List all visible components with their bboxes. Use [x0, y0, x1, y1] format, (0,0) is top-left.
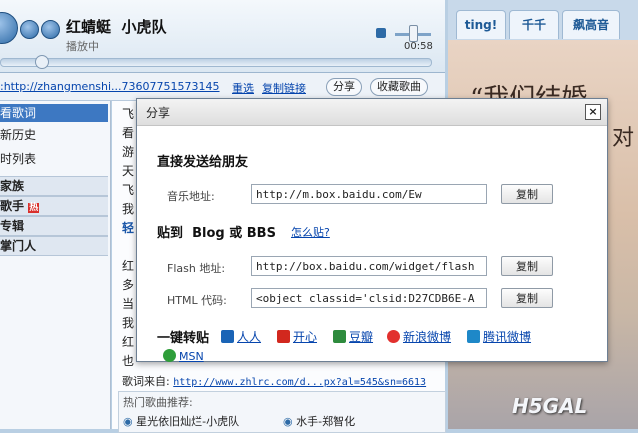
- song-url-link[interactable]: :http://zhangmenshi...73607751573145: [0, 80, 220, 93]
- progress-handle[interactable]: [35, 55, 50, 69]
- hot-song-item[interactable]: ◉ 星光依旧灿烂-小虎队: [123, 413, 239, 429]
- playback-status: 播放中: [66, 40, 99, 53]
- renren-icon: [221, 330, 234, 343]
- sidebar-item-lyrics[interactable]: 看歌词: [0, 104, 108, 122]
- favorite-button[interactable]: 收藏歌曲: [370, 78, 428, 96]
- right-tab-bar: ting! 千千 飙高音: [448, 0, 638, 40]
- tab-ting[interactable]: ting!: [456, 10, 506, 39]
- tencent-weibo-icon: [467, 330, 480, 343]
- lyric-line: 飞: [122, 107, 135, 121]
- progress-bar[interactable]: [0, 55, 432, 69]
- share-msn[interactable]: MSN: [163, 349, 204, 363]
- share-msn-label: MSN: [179, 350, 204, 363]
- volume-handle[interactable]: [409, 25, 418, 42]
- time-display: 00:58: [404, 41, 433, 52]
- sidebar-group-singer-label: 歌手: [0, 199, 25, 213]
- lyric-line: 游: [122, 145, 135, 159]
- flash-url-label: Flash 地址:: [167, 262, 226, 275]
- dialog-titlebar: 分享 ×: [137, 99, 607, 126]
- lyrics-source-link[interactable]: http://www.zhlrc.com/d...px?al=545&sn=66…: [173, 377, 426, 388]
- douban-icon: [333, 330, 346, 343]
- banner-watermark: H5GAL: [512, 394, 588, 418]
- send-to-friend-heading: 直接发送给朋友: [157, 155, 249, 170]
- copy-html-code-button[interactable]: 复制: [501, 288, 553, 308]
- share-kaixin-label: 开心: [293, 330, 318, 344]
- share-douban[interactable]: 豆瓣: [333, 328, 373, 345]
- banner-subtext: 对: [612, 126, 635, 151]
- lyric-line: 多: [122, 278, 135, 292]
- lyric-line: 当: [122, 297, 135, 311]
- sidebar-group-master[interactable]: 掌门人: [0, 236, 108, 256]
- html-code-field[interactable]: <object classid='clsid:D27CDB6E-A: [251, 288, 487, 308]
- reselect-link[interactable]: 重选: [232, 80, 254, 96]
- lyric-line: 看: [122, 126, 135, 140]
- player-panel: 红蜻蜓 小虎队 播放中 00:58: [0, 0, 445, 73]
- lyric-line: 我: [122, 316, 135, 330]
- lyrics-source-label: 歌词来自:: [122, 375, 170, 388]
- share-sina-weibo[interactable]: 新浪微博: [387, 328, 451, 345]
- stop-button[interactable]: [20, 20, 39, 39]
- one-click-share-heading: 一键转贴: [157, 331, 210, 346]
- lyric-line: 天: [122, 164, 135, 178]
- html-code-label: HTML 代码:: [167, 294, 227, 307]
- next-button[interactable]: [41, 20, 60, 39]
- share-kaixin[interactable]: 开心: [277, 328, 317, 345]
- close-icon[interactable]: ×: [585, 104, 601, 120]
- lyric-line: 我: [122, 202, 135, 216]
- lyric-line: 也: [122, 354, 135, 368]
- play-pause-button[interactable]: [0, 12, 18, 44]
- hot-song-item[interactable]: ◉ 水手-郑智化: [283, 413, 355, 429]
- lyrics-source: 歌词来自: http://www.zhlrc.com/d...px?al=545…: [122, 373, 426, 389]
- share-sina-weibo-label: 新浪微博: [403, 330, 452, 344]
- sina-weibo-icon: [387, 330, 400, 343]
- sidebar-item-list[interactable]: 时列表: [0, 150, 108, 168]
- music-url-label: 音乐地址:: [167, 190, 215, 203]
- paste-to-blog-heading: 贴到 Blog 或 BBS: [157, 222, 276, 241]
- lyric-line: 飞: [122, 183, 135, 197]
- lyric-line: 红: [122, 335, 135, 349]
- kaixin-icon: [277, 330, 290, 343]
- paste-heading-or: 或: [229, 226, 243, 241]
- msn-icon: [163, 349, 176, 362]
- paste-heading-prefix: 贴到: [157, 226, 184, 241]
- sidebar: 看歌词 新历史 时列表 家族 歌手 热 专辑 掌门人: [0, 101, 111, 429]
- hot-songs-box: 热门歌曲推荐: ◉ 星光依旧灿烂-小虎队 ◉ 水手-郑智化: [118, 391, 446, 433]
- paste-heading-blog: Blog: [192, 226, 225, 241]
- share-tencent-weibo-label: 腾讯微博: [483, 330, 532, 344]
- hot-song-name: 水手-郑智化: [296, 415, 356, 428]
- song-artist: 小虎队: [121, 18, 167, 36]
- song-title: 红蜻蜓 小虎队: [66, 16, 166, 37]
- how-to-paste-link[interactable]: 怎么贴?: [291, 224, 330, 240]
- hot-song-name: 星光依旧灿烂-小虎队: [136, 415, 240, 428]
- hot-badge: 热: [28, 203, 40, 213]
- sidebar-group-family[interactable]: 家族: [0, 176, 108, 196]
- dialog-title: 分享: [146, 106, 171, 120]
- link-bar: :http://zhangmenshi...73607751573145 重选 …: [0, 73, 445, 101]
- sidebar-item-history[interactable]: 新历史: [0, 126, 108, 144]
- tab-qianqian[interactable]: 千千: [509, 10, 559, 39]
- paste-heading-bbs: BBS: [246, 226, 276, 241]
- tab-biaogaoyin[interactable]: 飙高音: [562, 10, 620, 39]
- hot-songs-label: 热门歌曲推荐:: [123, 396, 193, 409]
- share-renren-label: 人人: [237, 330, 262, 344]
- share-tencent-weibo[interactable]: 腾讯微博: [467, 328, 531, 345]
- copy-link-link[interactable]: 复制链接: [262, 80, 306, 96]
- lyric-line: 红: [122, 259, 135, 273]
- sidebar-group-singer[interactable]: 歌手 热: [0, 196, 108, 216]
- share-button[interactable]: 分享: [326, 78, 362, 96]
- sidebar-group-album[interactable]: 专辑: [0, 216, 108, 236]
- share-douban-label: 豆瓣: [349, 330, 374, 344]
- volume-icon[interactable]: [376, 28, 386, 38]
- song-name: 红蜻蜓: [66, 18, 112, 36]
- share-dialog: 分享 × 直接发送给朋友 音乐地址: http://m.box.baidu.co…: [136, 98, 608, 363]
- flash-url-field[interactable]: http://box.baidu.com/widget/flash: [251, 256, 487, 276]
- copy-music-url-button[interactable]: 复制: [501, 184, 553, 204]
- share-renren[interactable]: 人人: [221, 328, 261, 345]
- lyric-line: 轻: [122, 221, 135, 235]
- copy-flash-url-button[interactable]: 复制: [501, 256, 553, 276]
- music-url-field[interactable]: http://m.box.baidu.com/Ew: [251, 184, 487, 204]
